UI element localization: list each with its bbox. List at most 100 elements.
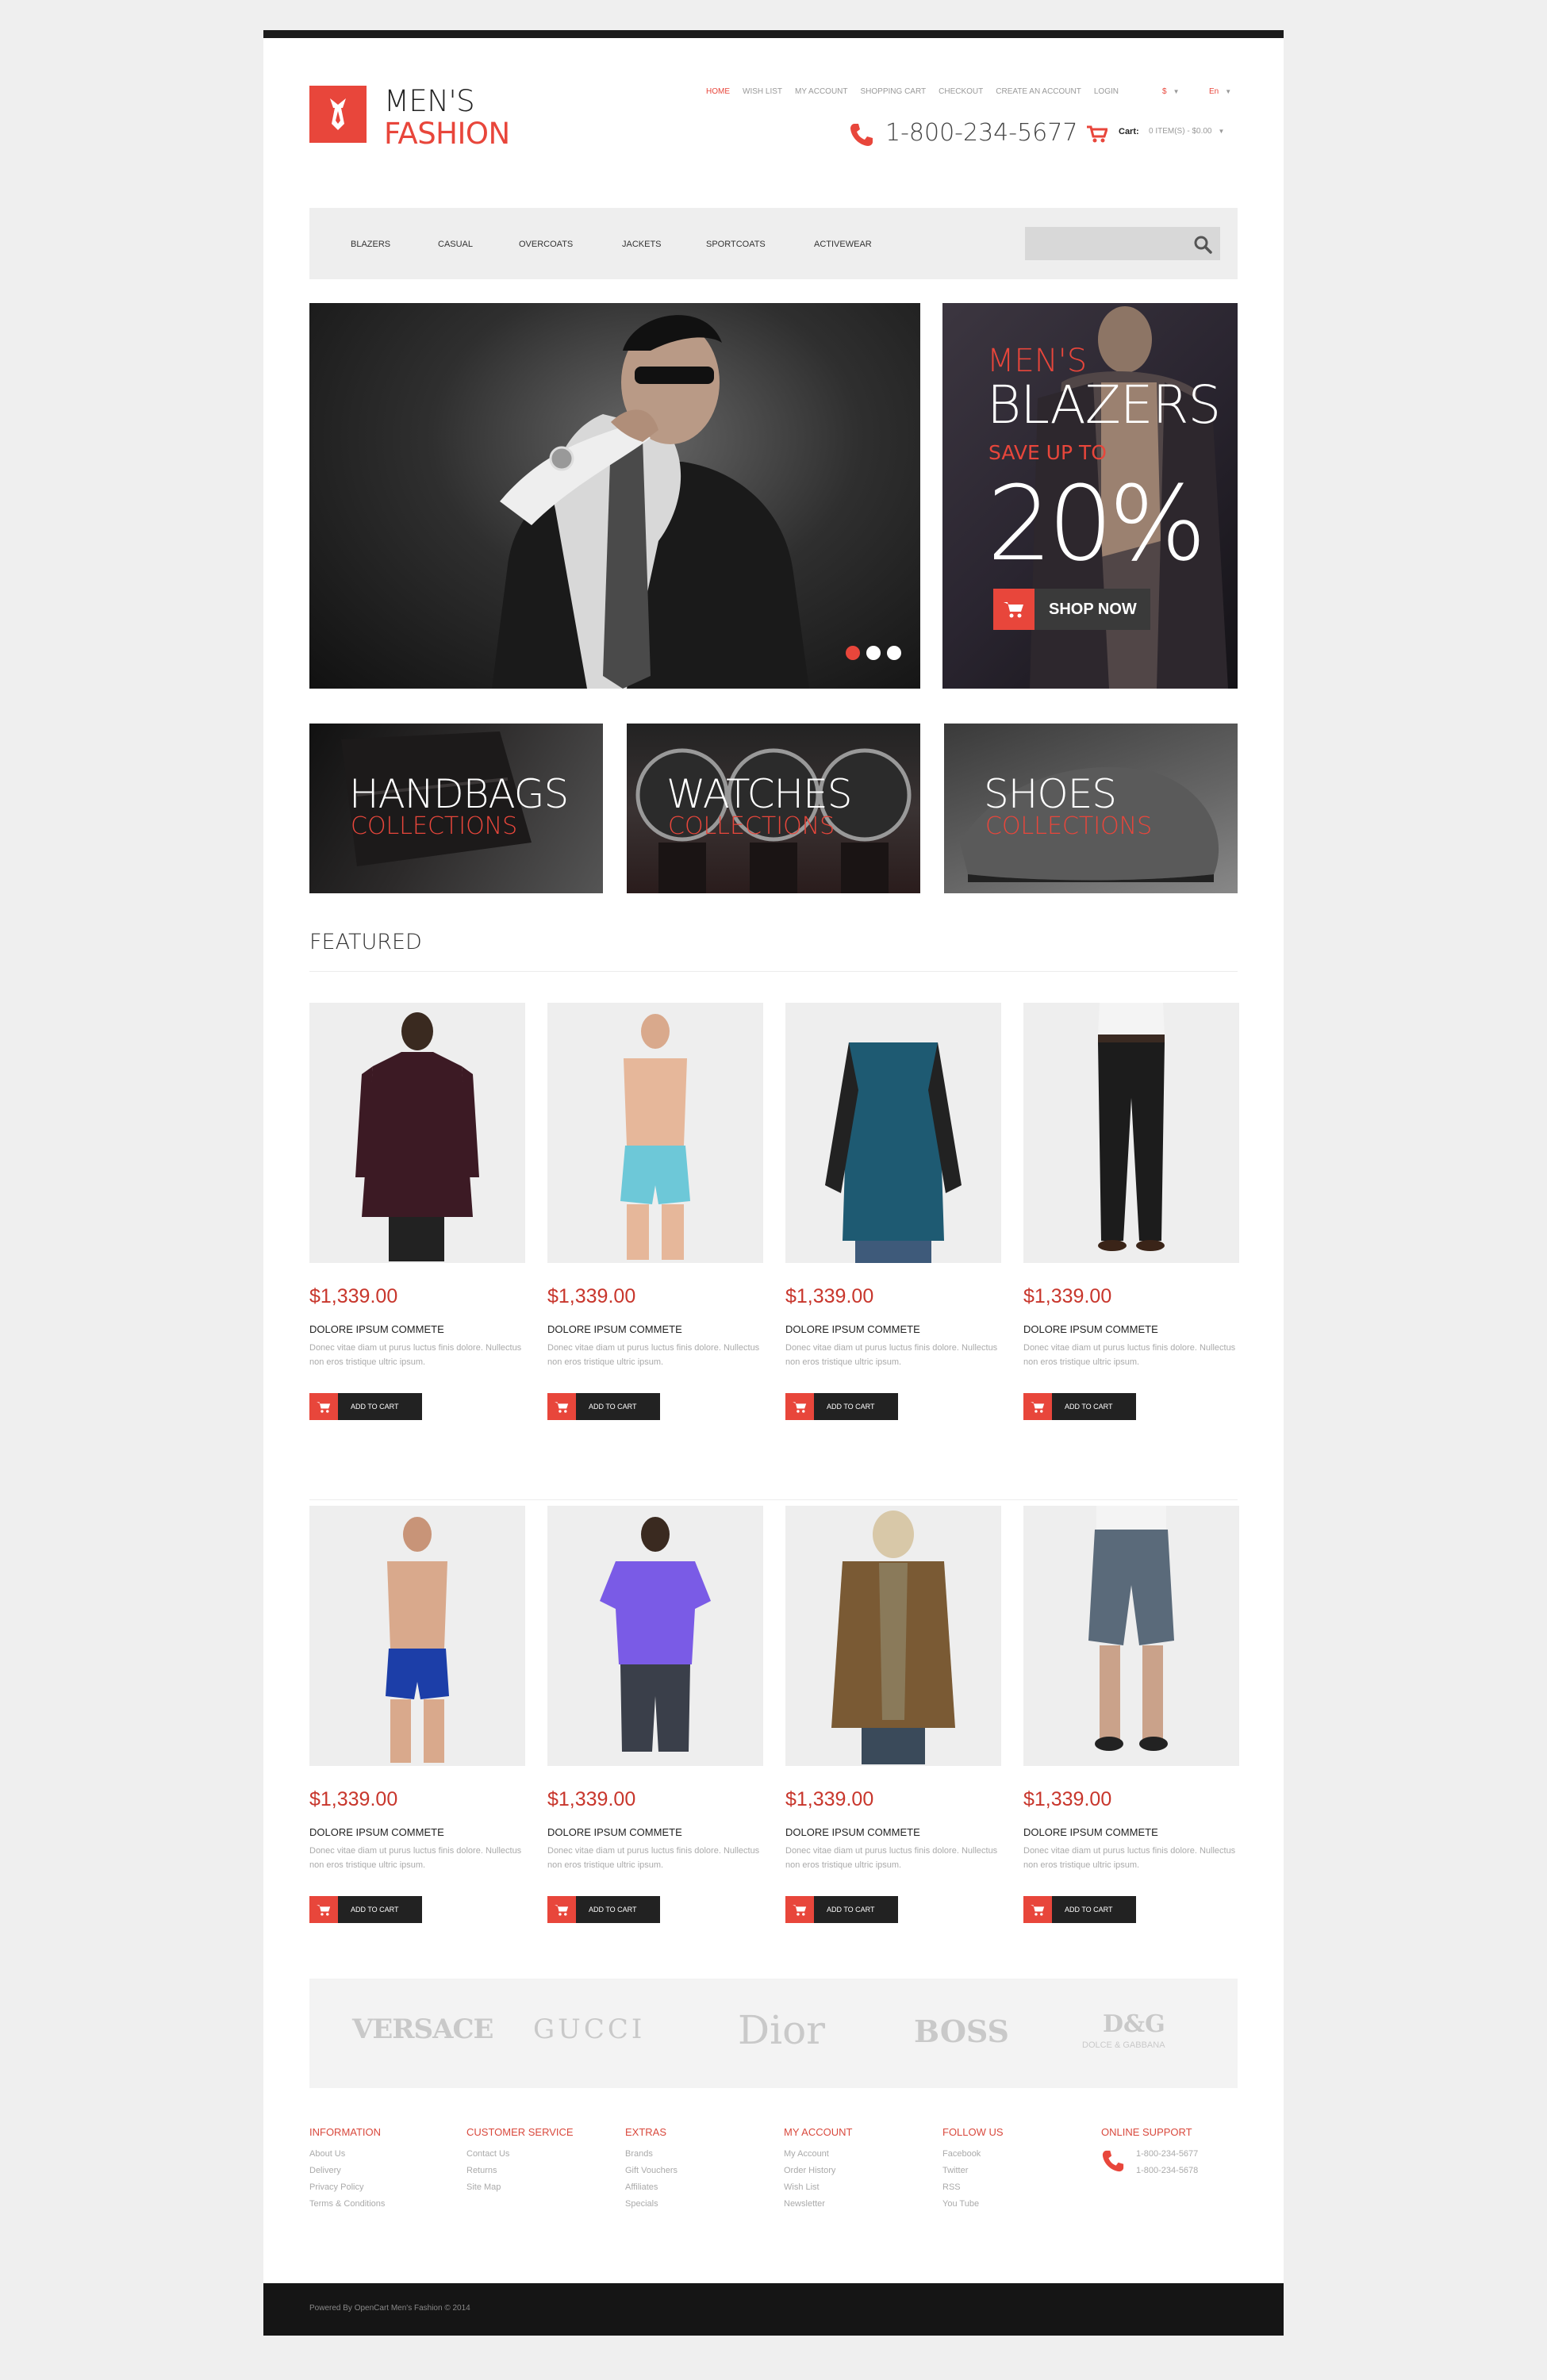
add-to-cart-button[interactable]: ADD TO CART	[785, 1896, 898, 1923]
product-image[interactable]	[785, 1003, 1001, 1263]
footer-link[interactable]: RSS	[942, 2182, 1004, 2192]
slider-dot-2[interactable]	[866, 646, 881, 660]
top-link-login[interactable]: LOGIN	[1094, 87, 1119, 96]
product-card[interactable]: $1,339.00 DOLORE IPSUM COMMETE Donec vit…	[1023, 1506, 1239, 1923]
product-name[interactable]: DOLORE IPSUM COMMETE	[785, 1323, 920, 1335]
product-card[interactable]: $1,339.00 DOLORE IPSUM COMMETE Donec vit…	[785, 1506, 1001, 1923]
collection-shoes[interactable]: SHOES COLLECTIONS	[944, 724, 1238, 893]
footer-link[interactable]: Contact Us	[466, 2149, 574, 2159]
footer-link[interactable]: My Account	[784, 2149, 852, 2159]
footer-link[interactable]: Order History	[784, 2166, 852, 2175]
product-name[interactable]: DOLORE IPSUM COMMETE	[1023, 1323, 1158, 1335]
logo-icon[interactable]	[309, 86, 367, 143]
footer-link[interactable]: Affiliates	[625, 2182, 678, 2192]
top-link-my-account[interactable]: MY ACCOUNT	[795, 87, 848, 96]
product-name[interactable]: DOLORE IPSUM COMMETE	[1023, 1826, 1158, 1838]
brand-dg[interactable]: D&G	[1103, 2010, 1165, 2038]
cart-icon	[547, 1393, 576, 1420]
footer-link[interactable]: Specials	[625, 2199, 678, 2209]
product-description: Donec vitae diam ut purus luctus finis d…	[547, 1343, 760, 1367]
product-image[interactable]	[1023, 1506, 1239, 1766]
product-image[interactable]	[309, 1506, 525, 1766]
footer-link[interactable]: Site Map	[466, 2182, 574, 2192]
add-to-cart-button[interactable]: ADD TO CART	[1023, 1896, 1136, 1923]
nav-item-sportcoats[interactable]: SPORTCOATS	[706, 240, 766, 249]
brand-dior[interactable]: Dior	[738, 2007, 825, 2053]
product-card[interactable]: $1,339.00 DOLORE IPSUM COMMETE Donec vit…	[309, 1003, 525, 1420]
logo-line-1[interactable]: MEN'S	[384, 84, 475, 118]
top-link-checkout[interactable]: CHECKOUT	[939, 87, 983, 96]
language-select[interactable]: En ▼	[1209, 87, 1231, 96]
brand-gucci[interactable]: GUCCI	[533, 2013, 645, 2045]
collection-subtitle: COLLECTIONS	[985, 812, 1153, 840]
footer-link[interactable]: Brands	[625, 2149, 678, 2159]
currency-select[interactable]: $ ▼	[1162, 87, 1179, 96]
search-icon[interactable]	[1193, 235, 1212, 254]
product-image[interactable]	[309, 1003, 525, 1263]
promo-line-3: SAVE UP TO	[988, 441, 1107, 464]
footer-col-extras: EXTRAS Brands Gift Vouchers Affiliates S…	[625, 2126, 678, 2216]
brand-boss[interactable]: BOSS	[914, 2013, 1009, 2049]
product-card[interactable]: $1,339.00 DOLORE IPSUM COMMETE Donec vit…	[547, 1506, 763, 1923]
footer-link[interactable]: Gift Vouchers	[625, 2166, 678, 2175]
collection-handbags[interactable]: HANDBAGS COLLECTIONS	[309, 724, 603, 893]
search-input[interactable]	[1025, 227, 1220, 260]
featured-heading: FEATURED	[309, 930, 422, 954]
nav-item-casual[interactable]: CASUAL	[438, 240, 473, 249]
footer-link[interactable]: Terms & Conditions	[309, 2199, 385, 2209]
nav-item-blazers[interactable]: BLAZERS	[351, 240, 390, 249]
parka-image	[831, 1511, 955, 1764]
add-to-cart-button[interactable]: ADD TO CART	[785, 1393, 898, 1420]
product-name[interactable]: DOLORE IPSUM COMMETE	[309, 1826, 444, 1838]
hero-slider[interactable]	[309, 303, 920, 689]
product-card[interactable]: $1,339.00 DOLORE IPSUM COMMETE Donec vit…	[309, 1506, 525, 1923]
footer-link[interactable]: Delivery	[309, 2166, 385, 2175]
top-link-wish-list[interactable]: WISH LIST	[743, 87, 782, 96]
product-card[interactable]: $1,339.00 DOLORE IPSUM COMMETE Donec vit…	[547, 1003, 763, 1420]
cart-value[interactable]: 0 ITEM(S) - $0.00 ▼	[1149, 127, 1224, 136]
cart-icon[interactable]	[1087, 125, 1107, 143]
product-image[interactable]	[785, 1506, 1001, 1766]
footer-link[interactable]: Facebook	[942, 2149, 1004, 2159]
collection-title: HANDBAGS	[349, 771, 569, 817]
support-phone-1: 1-800-234-5677	[1136, 2149, 1199, 2159]
slider-dot-3[interactable]	[887, 646, 901, 660]
product-name[interactable]: DOLORE IPSUM COMMETE	[785, 1826, 920, 1838]
product-image[interactable]	[547, 1506, 763, 1766]
footer-link[interactable]: Newsletter	[784, 2199, 852, 2209]
product-image[interactable]	[1023, 1003, 1239, 1263]
product-card[interactable]: $1,339.00 DOLORE IPSUM COMMETE Donec vit…	[785, 1003, 1001, 1420]
footer-link[interactable]: Returns	[466, 2166, 574, 2175]
footer-link[interactable]: You Tube	[942, 2199, 1004, 2209]
chevron-down-icon: ▼	[1173, 88, 1180, 95]
product-name[interactable]: DOLORE IPSUM COMMETE	[547, 1826, 682, 1838]
nav-item-activewear[interactable]: ACTIVEWEAR	[814, 240, 872, 249]
add-to-cart-button[interactable]: ADD TO CART	[547, 1896, 660, 1923]
promo-banner[interactable]: MEN'S BLAZERS SAVE UP TO 20% SHOP NOW	[942, 303, 1238, 689]
product-card[interactable]: $1,339.00 DOLORE IPSUM COMMETE Donec vit…	[1023, 1003, 1239, 1420]
footer-col-customer-service: CUSTOMER SERVICE Contact Us Returns Site…	[466, 2126, 574, 2199]
collection-title: WATCHES	[666, 771, 852, 817]
nav-item-overcoats[interactable]: OVERCOATS	[519, 240, 573, 249]
logo-line-2[interactable]: FASHION	[384, 117, 510, 151]
footer-link[interactable]: Privacy Policy	[309, 2182, 385, 2192]
product-name[interactable]: DOLORE IPSUM COMMETE	[547, 1323, 682, 1335]
brand-versace[interactable]: VERSACE	[352, 2013, 493, 2045]
top-link-shopping-cart[interactable]: SHOPPING CART	[861, 87, 927, 96]
top-link-home[interactable]: HOME	[706, 87, 730, 96]
slider-dot-1[interactable]	[846, 646, 860, 660]
product-name[interactable]: DOLORE IPSUM COMMETE	[309, 1323, 444, 1335]
footer-link[interactable]: Twitter	[942, 2166, 1004, 2175]
add-to-cart-button[interactable]: ADD TO CART	[547, 1393, 660, 1420]
cart-label[interactable]: Cart:	[1119, 127, 1139, 136]
add-to-cart-button[interactable]: ADD TO CART	[1023, 1393, 1136, 1420]
footer-link[interactable]: About Us	[309, 2149, 385, 2159]
product-image[interactable]	[547, 1003, 763, 1263]
shop-now-button[interactable]: SHOP NOW	[993, 589, 1150, 630]
top-link-create-account[interactable]: CREATE AN ACCOUNT	[996, 87, 1081, 96]
nav-item-jackets[interactable]: JACKETS	[622, 240, 662, 249]
add-to-cart-button[interactable]: ADD TO CART	[309, 1896, 422, 1923]
add-to-cart-button[interactable]: ADD TO CART	[309, 1393, 422, 1420]
collection-watches[interactable]: WATCHES COLLECTIONS	[627, 724, 920, 893]
footer-link[interactable]: Wish List	[784, 2182, 852, 2192]
